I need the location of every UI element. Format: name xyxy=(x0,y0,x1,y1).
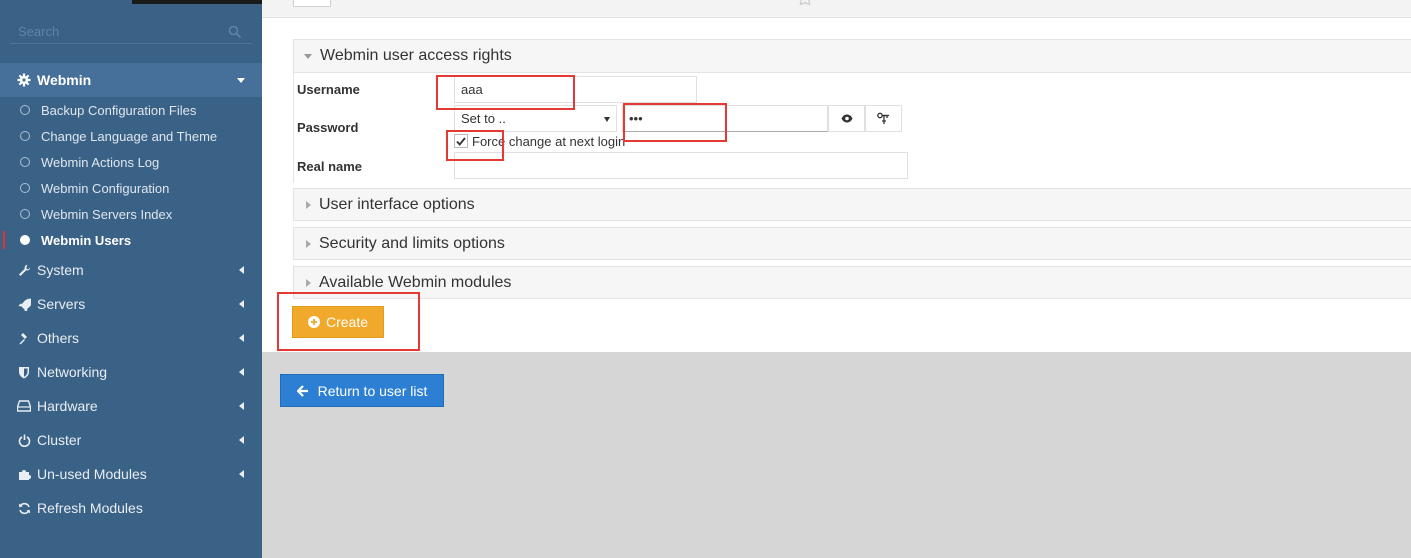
sidebar-item-label: Networking xyxy=(37,364,108,380)
star-icon[interactable] xyxy=(796,0,814,6)
sidebar-item-label: Change Language and Theme xyxy=(41,128,218,144)
section-title: Webmin user access rights xyxy=(320,47,512,64)
password-mode-value: Set to .. xyxy=(461,111,506,126)
chevron-left-icon xyxy=(239,266,244,274)
sidebar-top-strip xyxy=(132,0,262,4)
sidebar-item-unused-modules[interactable]: Un-used Modules xyxy=(0,457,262,491)
sidebar-item-webmin-servers-index[interactable]: Webmin Servers Index xyxy=(0,201,262,227)
sidebar-item-label: System xyxy=(37,262,84,278)
main-content: Webmin user access rights Username Passw… xyxy=(262,0,1411,558)
sidebar-item-refresh-modules[interactable]: Refresh Modules xyxy=(0,491,262,525)
return-button-label: Return to user list xyxy=(317,382,428,399)
show-password-button[interactable] xyxy=(828,105,865,132)
section-header[interactable]: Webmin user access rights xyxy=(294,40,1411,72)
refresh-icon xyxy=(17,501,31,515)
chevron-left-icon xyxy=(239,368,244,376)
search-input[interactable] xyxy=(10,20,252,43)
filled-circle-bullet-icon xyxy=(20,235,30,245)
gear-icon xyxy=(17,73,31,87)
sidebar-item-label: Webmin Actions Log xyxy=(41,154,160,170)
webmin-submenu: Backup Configuration Files Change Langua… xyxy=(0,97,262,253)
password-label: Password xyxy=(297,120,359,135)
sidebar: Webmin Backup Configuration Files Change… xyxy=(0,0,262,558)
sidebar-item-change-language-and-theme[interactable]: Change Language and Theme xyxy=(0,123,262,149)
circle-bullet-icon xyxy=(20,183,30,193)
caret-right-icon xyxy=(306,279,311,287)
rocket-icon xyxy=(17,297,31,311)
active-marker xyxy=(3,231,5,249)
realname-label: Real name xyxy=(297,159,363,174)
sidebar-item-servers[interactable]: Servers xyxy=(0,287,262,321)
section-security-and-limits[interactable]: Security and limits options xyxy=(293,227,1411,260)
sidebar-item-label: Un-used Modules xyxy=(37,466,147,482)
sidebar-item-networking[interactable]: Networking xyxy=(0,355,262,389)
annotation-box-create xyxy=(277,292,420,351)
sidebar-item-webmin-actions-log[interactable]: Webmin Actions Log xyxy=(0,149,262,175)
sidebar-item-backup-configuration-files[interactable]: Backup Configuration Files xyxy=(0,97,262,123)
sidebar-item-label: Hardware xyxy=(37,398,98,414)
sidebar-category-label: Webmin xyxy=(37,72,92,88)
caret-down-icon xyxy=(304,53,312,59)
header-button[interactable] xyxy=(293,0,331,7)
section-header[interactable]: Available Webmin modules xyxy=(294,267,1411,299)
form-panel: Webmin user access rights Username Passw… xyxy=(262,0,1411,352)
dropdown-caret-icon xyxy=(604,117,610,122)
section-available-modules[interactable]: Available Webmin modules xyxy=(293,266,1411,299)
sidebar-item-cluster[interactable]: Cluster xyxy=(0,423,262,457)
sidebar-item-webmin-users[interactable]: Webmin Users xyxy=(0,227,262,253)
sidebar-item-label: Webmin Servers Index xyxy=(41,206,173,222)
annotation-box-username xyxy=(436,75,575,110)
wrench-icon xyxy=(17,263,31,277)
annotation-box-force-change xyxy=(446,130,504,161)
realname-input[interactable] xyxy=(454,152,908,179)
search-box xyxy=(10,20,252,44)
caret-right-icon xyxy=(306,240,311,248)
return-to-user-list-button[interactable]: Return to user list xyxy=(280,374,444,407)
username-label: Username xyxy=(297,82,360,97)
section-user-interface-options[interactable]: User interface options xyxy=(293,188,1411,221)
circle-bullet-icon xyxy=(20,157,30,167)
chevron-down-icon xyxy=(237,78,245,83)
sidebar-category-webmin[interactable]: Webmin xyxy=(0,63,262,97)
key-icon xyxy=(877,112,889,124)
sidebar-item-label: Cluster xyxy=(37,432,82,448)
eye-icon xyxy=(841,114,852,123)
circle-bullet-icon xyxy=(20,209,30,219)
section-title: Security and limits options xyxy=(319,235,505,252)
sidebar-item-label: Refresh Modules xyxy=(37,500,143,516)
annotation-box-password xyxy=(623,103,727,142)
sidebar-item-hardware[interactable]: Hardware xyxy=(0,389,262,423)
caret-right-icon xyxy=(306,201,311,209)
hdd-icon xyxy=(17,399,31,413)
chevron-left-icon xyxy=(239,436,244,444)
power-icon xyxy=(17,433,31,447)
sidebar-item-label: Servers xyxy=(37,296,86,312)
section-user-access-rights: Webmin user access rights Username Passw… xyxy=(293,39,1411,183)
search-icon[interactable] xyxy=(228,25,242,39)
section-header[interactable]: Security and limits options xyxy=(294,228,1411,260)
circle-bullet-icon xyxy=(20,131,30,141)
section-title: User interface options xyxy=(319,196,475,213)
generate-password-button[interactable] xyxy=(865,105,902,132)
sidebar-menu: System Servers Others Networking Hardwar… xyxy=(0,253,262,525)
sidebar-item-label: Webmin Configuration xyxy=(41,180,170,196)
sidebar-item-label: Others xyxy=(37,330,80,346)
chevron-left-icon xyxy=(239,402,244,410)
sidebar-item-label: Backup Configuration Files xyxy=(41,102,197,118)
arrow-left-icon xyxy=(296,384,309,397)
tools-icon xyxy=(17,331,31,345)
circle-bullet-icon xyxy=(20,105,30,115)
sidebar-item-webmin-configuration[interactable]: Webmin Configuration xyxy=(0,175,262,201)
chevron-left-icon xyxy=(239,470,244,478)
sidebar-item-label: Webmin Users xyxy=(41,232,132,248)
sidebar-item-system[interactable]: System xyxy=(0,253,262,287)
sidebar-item-others[interactable]: Others xyxy=(0,321,262,355)
section-title: Available Webmin modules xyxy=(319,274,512,291)
page-header-strip xyxy=(262,0,1411,18)
chevron-left-icon xyxy=(239,334,244,342)
section-header[interactable]: User interface options xyxy=(294,189,1411,221)
puzzle-icon xyxy=(17,467,31,481)
shield-icon xyxy=(17,365,31,379)
chevron-left-icon xyxy=(239,300,244,308)
